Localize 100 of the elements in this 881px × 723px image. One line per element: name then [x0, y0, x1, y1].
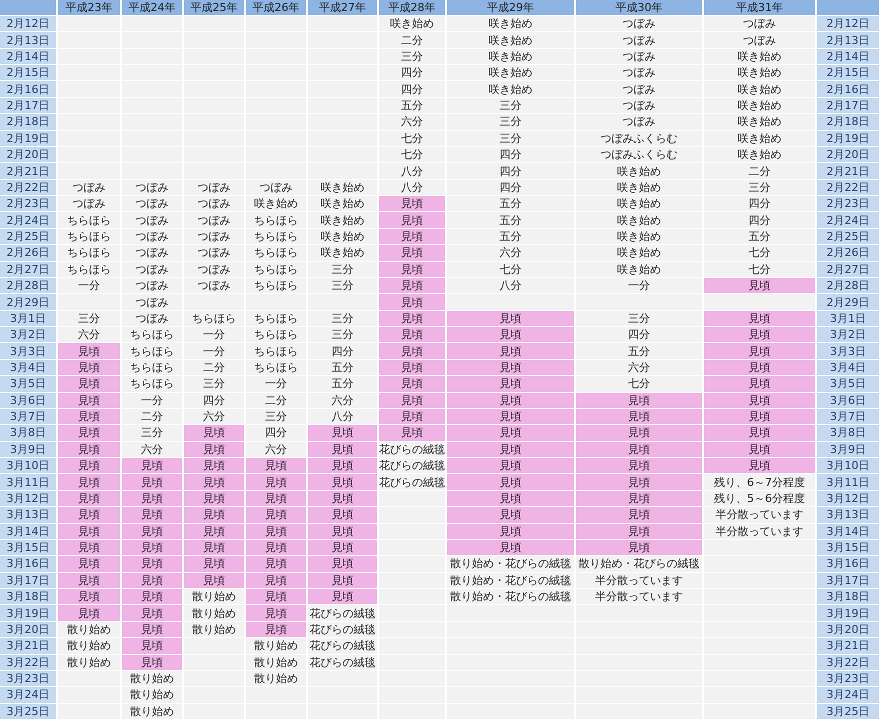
year-header: 平成28年: [379, 0, 445, 15]
table-cell: 見頃: [58, 589, 120, 604]
table-cell: 咲き始め: [379, 16, 445, 32]
table-cell: 咲き始め: [576, 212, 702, 228]
table-cell: 見頃: [246, 524, 306, 539]
table-cell: つぼみ: [576, 16, 702, 32]
date-cell: 3月23日: [817, 670, 879, 686]
date-cell: 3月13日: [0, 507, 56, 523]
table-cell: つぼみ: [184, 212, 244, 228]
table-cell: 見頃: [576, 507, 702, 523]
date-cell: 3月6日: [0, 392, 56, 408]
table-cell: 見頃: [447, 408, 574, 424]
table-cell: 見頃: [184, 524, 244, 539]
table-cell: 見頃: [58, 392, 120, 408]
table-cell: 見頃: [704, 458, 815, 474]
table-cell: 咲き始め: [704, 114, 815, 130]
date-cell: 3月10日: [817, 458, 879, 474]
table-cell: 見頃: [58, 425, 120, 441]
date-cell: 2月23日: [0, 196, 56, 212]
table-cell: 咲き始め: [704, 65, 815, 80]
table-cell: 見頃: [379, 228, 445, 244]
table-cell: つぼみ: [58, 196, 120, 212]
table-cell: 五分: [447, 228, 574, 244]
date-cell: 2月25日: [0, 228, 56, 244]
table-cell: 四分: [704, 196, 815, 212]
date-cell: 2月25日: [817, 228, 879, 244]
table-cell: 散り始め: [246, 654, 306, 670]
date-cell: 2月19日: [0, 130, 56, 146]
table-cell: 見頃: [246, 458, 306, 474]
table-cell: 見頃: [379, 392, 445, 408]
table-cell: 見頃: [576, 442, 702, 458]
date-cell: 3月3日: [0, 343, 56, 359]
date-cell: 2月23日: [817, 196, 879, 212]
table-cell: 見頃: [447, 310, 574, 326]
table-cell: 見頃: [122, 540, 182, 556]
date-cell: 3月10日: [0, 458, 56, 474]
date-cell: 2月28日: [0, 278, 56, 294]
table-cell: 見頃: [122, 605, 182, 621]
table-cell: ちらほら: [122, 343, 182, 359]
table-cell: 見頃: [704, 327, 815, 342]
date-cell: 3月14日: [817, 524, 879, 539]
table-cell: 見頃: [576, 474, 702, 490]
date-cell: 2月19日: [817, 130, 879, 146]
table-cell: ちらほら: [58, 228, 120, 244]
date-cell: 2月13日: [817, 32, 879, 48]
date-cell: 2月14日: [0, 48, 56, 64]
table-cell: 咲き始め: [308, 245, 377, 261]
table-cell: 三分: [184, 376, 244, 392]
table-cell: つぼみ: [246, 180, 306, 196]
date-cell: 3月25日: [0, 704, 56, 719]
table-cell: 半分散っています: [576, 572, 702, 588]
table-cell: 見頃: [447, 425, 574, 441]
date-cell: 2月17日: [817, 98, 879, 114]
date-cell: 2月18日: [817, 114, 879, 130]
table-cell: 見頃: [704, 360, 815, 376]
table-cell: 見頃: [184, 442, 244, 458]
table-cell: 一分: [576, 278, 702, 294]
table-cell: ちらほら: [246, 262, 306, 277]
date-cell: 3月18日: [817, 589, 879, 604]
table-cell: ちらほら: [58, 212, 120, 228]
table-cell: 散り始め・花びらの絨毯: [447, 572, 574, 588]
table-cell: つぼみふくらむ: [576, 130, 702, 146]
table-cell: 見頃: [576, 408, 702, 424]
table-cell: 見頃: [308, 572, 377, 588]
table-cell: 見頃: [379, 376, 445, 392]
table-cell: 見頃: [379, 196, 445, 212]
year-header: 平成23年: [58, 0, 120, 15]
table-cell: 花びらの絨毯: [308, 654, 377, 670]
table-cell: 見頃: [379, 278, 445, 294]
table-cell: 六分: [379, 114, 445, 130]
date-cell: 3月20日: [817, 622, 879, 638]
date-cell: 2月17日: [0, 98, 56, 114]
date-cell: 2月22日: [817, 180, 879, 196]
table-cell: 咲き始め: [308, 180, 377, 196]
table-cell: つぼみふくらむ: [576, 146, 702, 162]
year-header: 平成26年: [246, 0, 306, 15]
date-cell: 2月29日: [817, 294, 879, 310]
date-cell: 3月18日: [0, 589, 56, 604]
table-cell: 半分散っています: [704, 507, 815, 523]
year-header: 平成29年: [447, 0, 574, 15]
table-cell: ちらほら: [246, 310, 306, 326]
table-cell: 散り始め・花びらの絨毯: [576, 556, 702, 572]
table-cell: 見頃: [576, 540, 702, 556]
date-cell: 3月22日: [0, 654, 56, 670]
table-cell: つぼみ: [122, 245, 182, 261]
table-cell: 六分: [576, 360, 702, 376]
table-cell: つぼみ: [122, 180, 182, 196]
table-cell: 見頃: [308, 556, 377, 572]
table-cell: 咲き始め: [704, 146, 815, 162]
table-cell: 見頃: [308, 442, 377, 458]
table-cell: 一分: [58, 278, 120, 294]
table-cell: 咲き始め: [447, 81, 574, 97]
date-cell: 2月16日: [0, 81, 56, 97]
table-cell: 見頃: [184, 507, 244, 523]
date-cell: 2月26日: [817, 245, 879, 261]
table-cell: 見頃: [308, 507, 377, 523]
table-cell: ちらほら: [246, 343, 306, 359]
table-cell: 見頃: [58, 376, 120, 392]
table-cell: 見頃: [184, 474, 244, 490]
table-cell: 花びらの絨毯: [308, 638, 377, 654]
